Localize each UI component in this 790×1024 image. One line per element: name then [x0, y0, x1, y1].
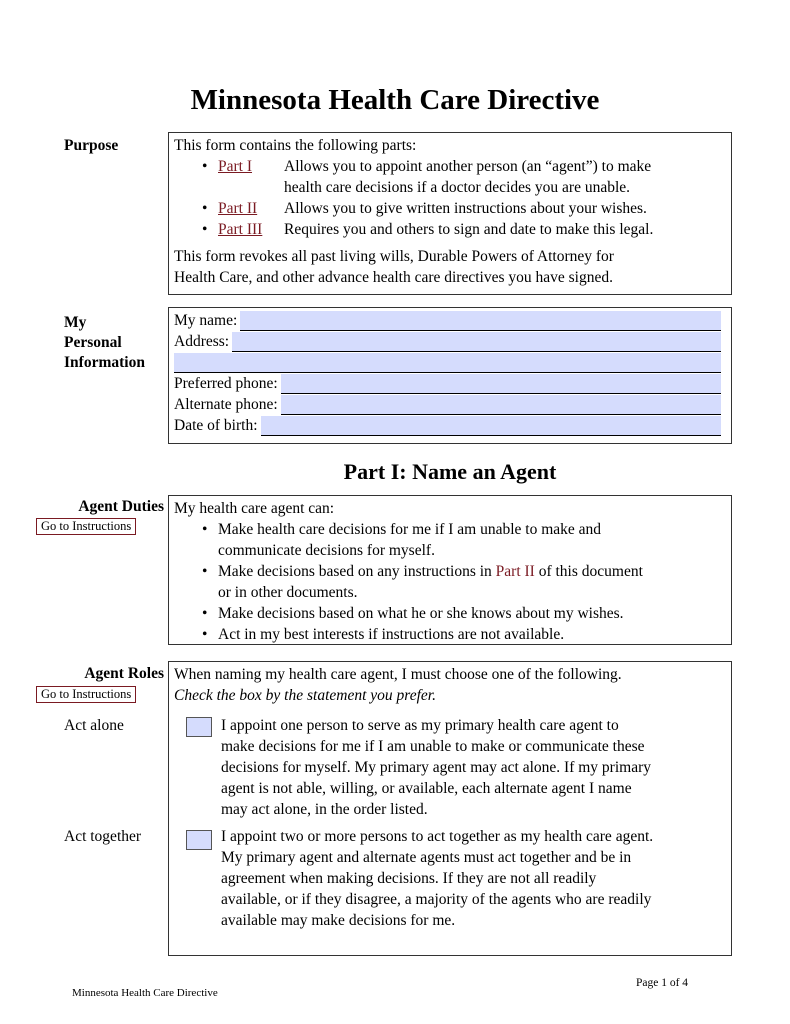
- purpose-label: Purpose: [64, 137, 119, 154]
- act-alone-statement: I appoint one person to serve as my prim…: [221, 715, 733, 820]
- address-line-2-row: [174, 352, 721, 373]
- purpose-box: This form contains the following parts: …: [168, 132, 732, 295]
- duty-text: Make health care decisions for me if I a…: [218, 521, 602, 538]
- purpose-intro: This form contains the following parts:: [174, 137, 417, 154]
- duty-text: Make decisions based on any instructions…: [218, 563, 496, 580]
- preferred-phone-label: Preferred phone:: [174, 375, 278, 392]
- preferred-phone-field[interactable]: [280, 374, 721, 394]
- duty-item: Make health care decisions for me if I a…: [174, 519, 727, 561]
- part-1-heading: Part I: Name an Agent: [343, 459, 557, 484]
- part-3-link[interactable]: Part III: [218, 221, 262, 238]
- agent-duties-instructions-button[interactable]: Go to Instructions: [36, 518, 137, 535]
- alternate-phone-field[interactable]: [280, 395, 721, 415]
- part-list-item: Part II Allows you to give written instr…: [174, 198, 727, 219]
- agent-roles-label: Agent Roles: [84, 665, 164, 682]
- agent-roles-instruction: Check the box by the statement you prefe…: [174, 687, 436, 704]
- name-field[interactable]: [240, 311, 721, 331]
- duty-text: Make decisions based on what he or she k…: [218, 605, 624, 622]
- date-of-birth-label: Date of birth:: [174, 417, 258, 434]
- date-of-birth-row: Date of birth:: [174, 415, 721, 436]
- personal-info-box: My name: Address: Preferred phone: Alter…: [168, 307, 732, 444]
- act-alone-checkbox[interactable]: [186, 717, 212, 737]
- alternate-phone-label: Alternate phone:: [174, 396, 278, 413]
- statement-line: make decisions for me if I am unable to …: [221, 738, 645, 755]
- address-row: Address:: [174, 331, 721, 352]
- revokes-text: This form revokes all past living wills,…: [174, 246, 727, 288]
- alternate-phone-row: Alternate phone:: [174, 394, 721, 415]
- statement-line: agent is not able, willing, or available…: [221, 780, 632, 797]
- part-list-item: Part I Allows you to appoint another per…: [174, 156, 727, 198]
- address-label: Address:: [174, 333, 230, 350]
- part-2-link[interactable]: Part II: [218, 200, 257, 217]
- duty-text: of this document: [534, 563, 643, 580]
- personal-label-line: My: [64, 314, 87, 331]
- revokes-line-1: This form revokes all past living wills,…: [174, 248, 614, 265]
- part-1-description: Allows you to appoint another person (an…: [284, 158, 652, 175]
- name-row: My name:: [174, 310, 721, 331]
- part-2-description: Allows you to give written instructions …: [284, 200, 647, 217]
- duty-item: Make decisions based on any instructions…: [174, 561, 727, 603]
- agent-roles-intro: When naming my health care agent, I must…: [174, 666, 622, 683]
- agent-duties-intro: My health care agent can:: [174, 500, 335, 517]
- part-1-link[interactable]: Part I: [218, 158, 252, 175]
- statement-line: I appoint two or more persons to act tog…: [221, 828, 654, 845]
- act-together-checkbox[interactable]: [186, 830, 212, 850]
- preferred-phone-row: Preferred phone:: [174, 373, 721, 394]
- part-list-item: Part III Requires you and others to sign…: [174, 219, 727, 240]
- name-label: My name:: [174, 312, 238, 329]
- revokes-line-2: Health Care, and other advance health ca…: [174, 269, 613, 286]
- act-together-label: Act together: [64, 828, 142, 845]
- document-title: Minnesota Health Care Directive: [190, 84, 600, 116]
- personal-label-line: Information: [64, 354, 145, 371]
- address-field[interactable]: [232, 332, 721, 352]
- act-alone-label: Act alone: [64, 717, 124, 734]
- personal-info-label: My Personal Information: [64, 313, 145, 373]
- duty-item: Act in my best interests if instructions…: [174, 624, 727, 645]
- statement-line: agreement when making decisions. If they…: [221, 870, 597, 887]
- agent-duties-list: Make health care decisions for me if I a…: [174, 519, 727, 645]
- part-1-description-cont: health care decisions if a doctor decide…: [284, 179, 631, 196]
- duty-text: Act in my best interests if instructions…: [218, 626, 565, 643]
- duty-text: communicate decisions for myself.: [218, 542, 435, 559]
- address-line-2-field[interactable]: [174, 353, 721, 373]
- footer-document-name: Minnesota Health Care Directive: [72, 987, 218, 999]
- agent-duties-label: Agent Duties: [78, 498, 164, 515]
- statement-line: decisions for myself. My primary agent m…: [221, 759, 651, 776]
- parts-list: Part I Allows you to appoint another per…: [174, 156, 727, 240]
- act-together-statement: I appoint two or more persons to act tog…: [221, 826, 741, 931]
- personal-label-line: Personal: [64, 334, 122, 351]
- agent-roles-instructions-button[interactable]: Go to Instructions: [36, 686, 137, 703]
- statement-line: available may make decisions for me.: [221, 912, 456, 929]
- duty-text: or in other documents.: [218, 584, 358, 601]
- part-2-reference-link[interactable]: Part II: [496, 563, 535, 580]
- duty-item: Make decisions based on what he or she k…: [174, 603, 727, 624]
- statement-line: available, or if they disagree, a majori…: [221, 891, 652, 908]
- statement-line: may act alone, in the order listed.: [221, 801, 428, 818]
- statement-line: I appoint one person to serve as my prim…: [221, 717, 619, 734]
- date-of-birth-field[interactable]: [260, 416, 721, 436]
- footer-page-number: Page 1 of 4: [636, 977, 689, 989]
- part-3-description: Requires you and others to sign and date…: [284, 221, 654, 238]
- agent-duties-box: My health care agent can: Make health ca…: [168, 495, 732, 645]
- statement-line: My primary agent and alternate agents mu…: [221, 849, 632, 866]
